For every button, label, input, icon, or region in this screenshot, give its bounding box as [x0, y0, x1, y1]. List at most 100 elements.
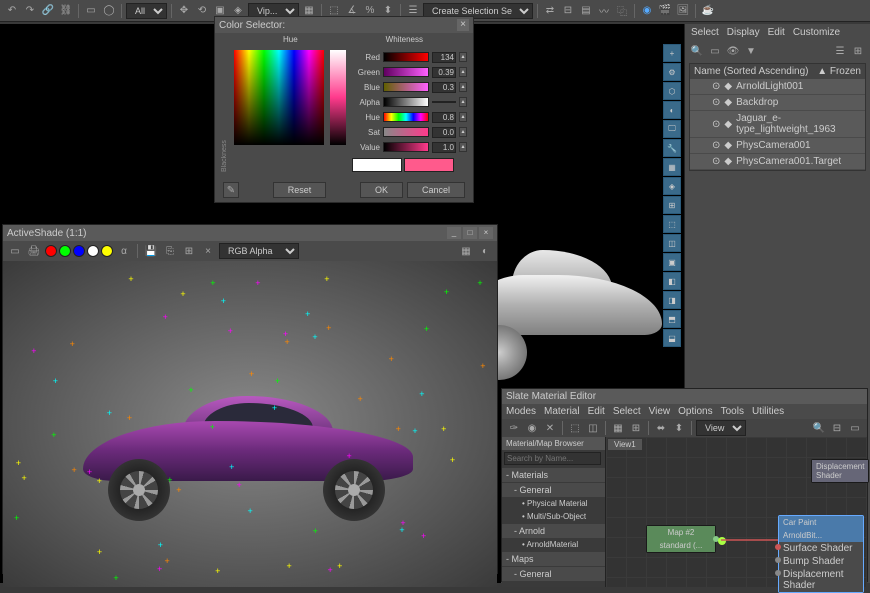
browser-search-input[interactable]: [504, 452, 601, 465]
move-icon[interactable]: ✥: [176, 3, 192, 19]
browser-category[interactable]: - Materials: [502, 468, 605, 482]
menu-tools[interactable]: Tools: [721, 406, 744, 417]
whiteness-picker[interactable]: [330, 50, 346, 145]
ok-button[interactable]: OK: [360, 182, 403, 198]
show-map-icon[interactable]: ▦: [610, 420, 626, 436]
assign-icon[interactable]: ◉: [524, 420, 540, 436]
browser-category[interactable]: - Maps: [502, 552, 605, 566]
hide-unused-icon[interactable]: ◫: [585, 420, 601, 436]
tab-display[interactable]: Display: [727, 27, 760, 38]
hue-picker[interactable]: [234, 50, 324, 145]
browser-category[interactable]: - General: [502, 483, 605, 497]
menu-view[interactable]: View: [649, 406, 671, 417]
cmd-icon-8[interactable]: ◈: [663, 177, 681, 195]
view-tab[interactable]: View1: [608, 439, 642, 450]
node-canvas[interactable]: View1 Displacement Shader Map #2 standar…: [606, 437, 867, 587]
clone-icon[interactable]: ⊞: [181, 243, 197, 259]
layer-icon[interactable]: ▤: [578, 3, 594, 19]
render-view[interactable]: ++++++++++++++++++++++++++++++++++++++++…: [3, 261, 497, 587]
slider-green[interactable]: [383, 67, 429, 77]
eyedropper-icon[interactable]: ✎: [223, 182, 239, 198]
menu-modes[interactable]: Modes: [506, 406, 536, 417]
view-select[interactable]: View1: [696, 420, 746, 436]
close-icon[interactable]: ×: [479, 227, 493, 239]
dialog-title-bar[interactable]: Color Selector: ×: [215, 17, 473, 33]
slider-blue[interactable]: [383, 82, 429, 92]
color-swatch-old[interactable]: [352, 158, 402, 172]
curve-icon[interactable]: 〰: [596, 3, 612, 19]
rotate-icon[interactable]: ⟲: [194, 3, 210, 19]
hierarchy-tab-icon[interactable]: ⬡: [663, 82, 681, 100]
material-editor-icon[interactable]: ◉: [639, 3, 655, 19]
save-icon[interactable]: 💾: [143, 243, 159, 259]
display-icon[interactable]: 👁: [725, 43, 741, 59]
tab-customize[interactable]: Customize: [793, 27, 840, 38]
filter-icon[interactable]: ▼: [743, 43, 759, 59]
slider-hue[interactable]: [383, 112, 429, 122]
modify-tab-icon[interactable]: ⚙: [663, 63, 681, 81]
move-children-icon[interactable]: ⬚: [567, 420, 583, 436]
clear-icon[interactable]: ×: [200, 243, 216, 259]
layout-icon[interactable]: ⬌: [653, 420, 669, 436]
menu-utilities[interactable]: Utilities: [752, 406, 784, 417]
spinner-icon[interactable]: ▴: [459, 112, 467, 122]
pick-icon[interactable]: ✑: [506, 420, 522, 436]
render-icon[interactable]: ☕: [700, 3, 716, 19]
slider-alpha[interactable]: [383, 97, 429, 107]
cmd-icon-10[interactable]: ⬚: [663, 215, 681, 233]
maximize-icon[interactable]: □: [463, 227, 477, 239]
slider-red[interactable]: [383, 52, 429, 62]
tab-select[interactable]: Select: [691, 27, 719, 38]
node-map[interactable]: Map #2 standard (...: [646, 525, 716, 553]
channel-select[interactable]: RGB Alpha: [219, 243, 299, 259]
copy-icon[interactable]: ⎘: [162, 243, 178, 259]
render-region-icon[interactable]: ▭: [7, 243, 23, 259]
list-item[interactable]: ⊙◆ArnoldLight001: [690, 79, 865, 95]
spinner-icon[interactable]: ▴: [459, 127, 467, 137]
reset-button[interactable]: Reset: [273, 182, 327, 198]
node-carpaint[interactable]: Car Paint ArnoldBit... Surface Shader Bu…: [778, 515, 864, 593]
slate-title-bar[interactable]: Slate Material Editor: [502, 389, 867, 404]
visibility-icon[interactable]: ⊙: [712, 140, 720, 151]
visibility-icon[interactable]: ⊙: [712, 156, 720, 167]
menu-edit[interactable]: Edit: [588, 406, 605, 417]
cmd-icon-9[interactable]: ⊞: [663, 196, 681, 214]
expand-icon[interactable]: ⊞: [850, 43, 866, 59]
lasso-icon[interactable]: ◯: [101, 3, 117, 19]
menu-options[interactable]: Options: [678, 406, 712, 417]
find-icon[interactable]: 🔍: [689, 43, 705, 59]
list-item[interactable]: ⊙◆Backdrop: [690, 95, 865, 111]
unlink-icon[interactable]: ⛓: [58, 3, 74, 19]
motion-tab-icon[interactable]: ◐: [663, 101, 681, 119]
channel-dot[interactable]: [45, 245, 57, 257]
cancel-button[interactable]: Cancel: [407, 182, 465, 198]
spinner-icon[interactable]: ▴: [459, 52, 467, 62]
redo-icon[interactable]: ↷: [22, 3, 38, 19]
delete-icon[interactable]: ✕: [542, 420, 558, 436]
slider-value[interactable]: [383, 142, 429, 152]
list-item[interactable]: ⊙◆PhysCamera001: [690, 138, 865, 154]
mirror-icon[interactable]: ⇄: [542, 3, 558, 19]
spinner-icon[interactable]: ▴: [459, 67, 467, 77]
render-setup-icon[interactable]: 🎬: [657, 3, 673, 19]
display-tab-icon[interactable]: 🖵: [663, 120, 681, 138]
node-output-port[interactable]: [718, 537, 726, 545]
visibility-icon[interactable]: ⊙: [712, 97, 720, 108]
view-icon[interactable]: ☰: [832, 43, 848, 59]
browser-item[interactable]: • Multi/Sub-Object: [502, 510, 605, 523]
select-by-icon[interactable]: ▭: [847, 420, 863, 436]
param-editor-icon[interactable]: ⊟: [829, 420, 845, 436]
utilities-tab-icon[interactable]: 🔧: [663, 139, 681, 157]
minimize-icon[interactable]: _: [447, 227, 461, 239]
tab-edit[interactable]: Edit: [768, 27, 785, 38]
create-tab-icon[interactable]: +: [663, 44, 681, 62]
browser-item[interactable]: • ArnoldMaterial: [502, 538, 605, 551]
viewport-mesh-car[interactable]: [472, 245, 682, 385]
align-icon[interactable]: ⊟: [560, 3, 576, 19]
list-item[interactable]: ⊙◆Jaguar_e-type_lightweight_1963: [690, 111, 865, 138]
node-displacement[interactable]: Displacement Shader: [811, 459, 869, 483]
slider-sat[interactable]: [383, 127, 429, 137]
navigator-icon[interactable]: 🔍: [811, 420, 827, 436]
list-item[interactable]: ⊙◆PhysCamera001.Target: [690, 154, 865, 170]
channel-dot[interactable]: [59, 245, 71, 257]
